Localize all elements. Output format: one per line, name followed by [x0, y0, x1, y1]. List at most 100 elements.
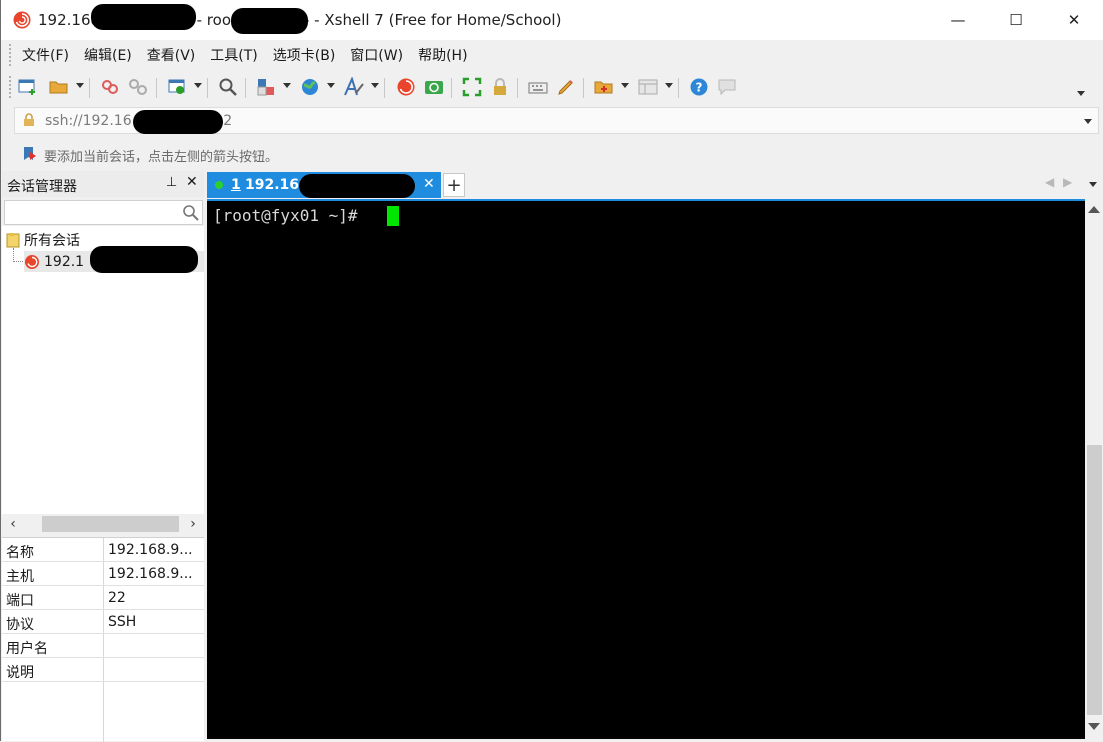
- folder-icon: [49, 81, 68, 94]
- property-row: 协议 SSH: [2, 610, 204, 634]
- redaction-mark: [133, 110, 223, 134]
- property-key: 用户名: [6, 641, 48, 657]
- new-session-button[interactable]: [17, 76, 39, 98]
- property-key: 协议: [6, 617, 34, 633]
- close-icon: ✕: [1067, 11, 1081, 29]
- toolbar-separator: [384, 78, 385, 98]
- property-row: 主机 192.168.9...: [2, 562, 204, 586]
- open-dropdown-caret[interactable]: [76, 83, 84, 88]
- connect-button[interactable]: [99, 76, 121, 98]
- tree-root-label: 所有会话: [24, 233, 80, 249]
- help-button[interactable]: ?: [688, 76, 710, 98]
- scroll-thumb[interactable]: [42, 516, 179, 532]
- open-folder-button[interactable]: [48, 76, 70, 98]
- new-tab-button[interactable]: +: [443, 173, 465, 197]
- properties-icon: [168, 79, 185, 94]
- properties-dropdown-caret[interactable]: [194, 83, 202, 88]
- tree-item-all-sessions[interactable]: 所有会话: [6, 230, 80, 250]
- tab-list-caret[interactable]: [1089, 182, 1097, 187]
- property-row: 名称 192.168.9...: [2, 538, 204, 562]
- keyboard-icon: [528, 82, 548, 94]
- menu-edit[interactable]: 编辑(E): [77, 45, 139, 65]
- tree-horizontal-scrollbar[interactable]: ‹ ›: [2, 514, 204, 534]
- address-dropdown-caret[interactable]: [1084, 119, 1092, 124]
- window-layout-dropdown-caret[interactable]: [665, 83, 673, 88]
- toolbar-separator: [156, 78, 157, 98]
- session-icon: [25, 254, 39, 269]
- session-manager-header: 会话管理器 ⊥ ✕: [2, 171, 204, 197]
- toolbar-separator: [583, 78, 584, 98]
- menu-help[interactable]: 帮助(H): [411, 45, 474, 65]
- xshell-icon: [397, 78, 415, 96]
- address-bar[interactable]: ssh://192.16 0.22: [14, 107, 1099, 134]
- panel-close-icon[interactable]: ✕: [186, 174, 198, 190]
- fullscreen-button[interactable]: [461, 76, 483, 98]
- new-folder-button[interactable]: [593, 76, 615, 98]
- tab-scroll-right-icon[interactable]: ▶: [1063, 175, 1072, 189]
- folder-dropdown-caret[interactable]: [621, 83, 629, 88]
- layout-button[interactable]: [255, 76, 277, 98]
- xshell-logo-icon: [13, 11, 31, 29]
- xshell-window: 192.168 [ ] - roo - - Xshell 7 (Free for…: [0, 0, 1103, 742]
- property-value: 192.168.9...: [108, 566, 193, 582]
- toolbar-separator: [207, 78, 208, 98]
- scroll-down-icon[interactable]: [1088, 723, 1100, 730]
- search-icon[interactable]: [182, 204, 199, 221]
- scroll-thumb[interactable]: [1087, 445, 1102, 715]
- session-search-input[interactable]: [4, 200, 203, 225]
- menu-tools[interactable]: 工具(T): [203, 45, 264, 65]
- redaction-mark: [91, 4, 196, 30]
- font-button[interactable]: [343, 76, 365, 98]
- layout-dropdown-caret[interactable]: [283, 83, 291, 88]
- scroll-right-icon[interactable]: ›: [184, 515, 202, 533]
- menu-tabs[interactable]: 选项卡(B): [266, 45, 343, 65]
- menubar-grip: [9, 44, 12, 66]
- scroll-up-icon[interactable]: [1088, 206, 1100, 213]
- toolbar-separator: [89, 78, 90, 98]
- globe-dropdown-caret[interactable]: [327, 83, 335, 88]
- toolbar: ?: [17, 72, 1097, 102]
- font-dropdown-caret[interactable]: [371, 83, 379, 88]
- menu-window[interactable]: 窗口(W): [343, 45, 410, 65]
- maximize-button[interactable]: ☐: [987, 0, 1045, 40]
- title-bar[interactable]: 192.168 [ ] - roo - - Xshell 7 (Free for…: [1, 0, 1103, 40]
- property-key: 端口: [6, 593, 34, 609]
- terminal-vertical-scrollbar[interactable]: [1085, 199, 1103, 739]
- toolbar-overflow-caret[interactable]: [1077, 91, 1085, 96]
- terminal-area[interactable]: [root@fyx01 ~]#: [207, 199, 1085, 739]
- magnifier-icon: [219, 78, 237, 96]
- tab-scroll-left-icon[interactable]: ◀: [1045, 175, 1054, 189]
- terminal-prompt: [root@fyx01 ~]#: [213, 206, 358, 225]
- minimize-button[interactable]: —: [929, 0, 987, 40]
- toolbar-separator: [517, 78, 518, 98]
- globe-button[interactable]: [299, 76, 321, 98]
- lock-button[interactable]: [489, 76, 511, 98]
- disconnect-button[interactable]: [127, 76, 149, 98]
- menu-bar: 文件(F) 编辑(E) 查看(V) 工具(T) 选项卡(B) 窗口(W) 帮助(…: [15, 40, 476, 70]
- fullscreen-icon: [462, 77, 482, 97]
- find-button[interactable]: [217, 76, 239, 98]
- connect-icon: [102, 80, 118, 94]
- menu-view[interactable]: 查看(V): [140, 45, 203, 65]
- highlight-button[interactable]: [555, 76, 577, 98]
- layout-icon: [257, 79, 274, 96]
- tab-bar: 1 192.168 ✕ + ◀ ▶: [205, 171, 1103, 199]
- terminal-cursor: [387, 206, 399, 226]
- chat-button[interactable]: [716, 76, 738, 98]
- address-text[interactable]: ssh://192.16: [45, 113, 132, 129]
- sessions-folder-icon: [6, 233, 20, 248]
- xftp-button[interactable]: [423, 76, 445, 98]
- tab-close-icon[interactable]: ✕: [423, 176, 435, 192]
- close-button[interactable]: ✕: [1045, 0, 1103, 40]
- help-icon: ?: [690, 78, 708, 96]
- properties-button[interactable]: [166, 76, 188, 98]
- bookmark-arrow-icon[interactable]: [22, 146, 38, 162]
- xshell-button[interactable]: [395, 76, 417, 98]
- pin-icon[interactable]: ⊥: [166, 175, 177, 190]
- keyboard-button[interactable]: [527, 76, 549, 98]
- window-layout-button[interactable]: [637, 76, 659, 98]
- tab-session-1[interactable]: 1 192.168 ✕: [207, 172, 441, 198]
- scroll-left-icon[interactable]: ‹: [4, 515, 22, 533]
- menu-file[interactable]: 文件(F): [15, 45, 76, 65]
- toolbar-separator: [451, 78, 452, 98]
